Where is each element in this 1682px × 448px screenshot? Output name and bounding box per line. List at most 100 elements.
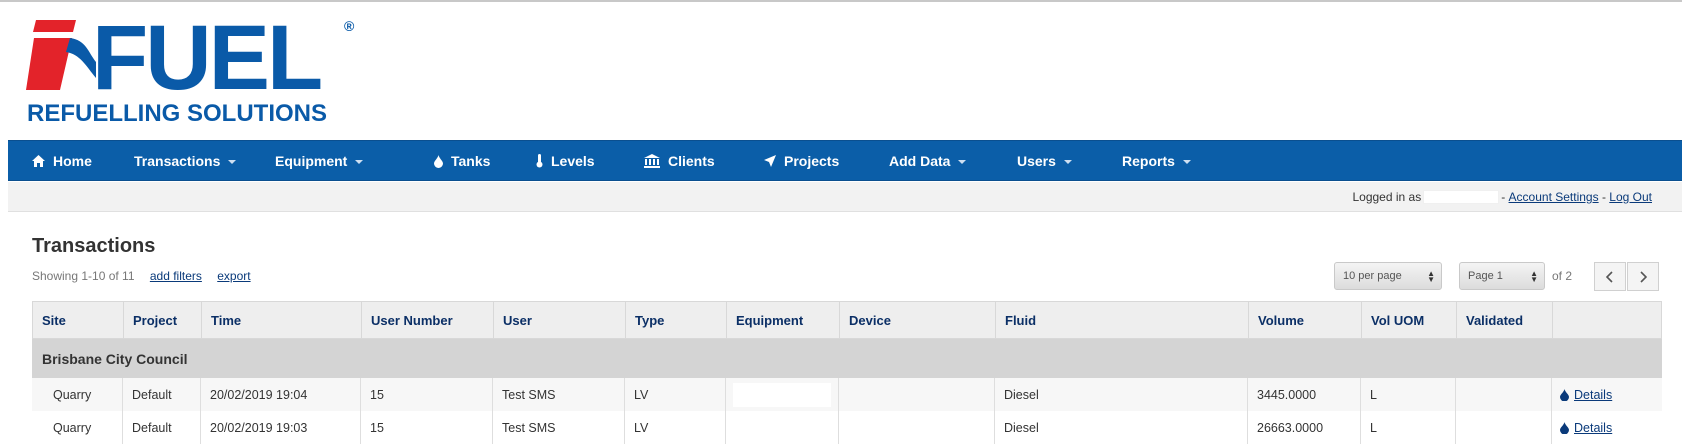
cell-time: 20/02/2019 19:03 — [201, 411, 361, 444]
cell-volume: 3445.0000 — [1248, 378, 1361, 411]
nav-home[interactable]: Home — [32, 141, 92, 181]
cell-equipment — [726, 411, 839, 444]
details-label: Details — [1574, 420, 1613, 435]
column-header-site[interactable]: Site — [33, 302, 124, 338]
nav-transactions-label: Transactions — [134, 153, 221, 169]
group-row-client: Brisbane City Council — [32, 339, 1662, 378]
nav-add-data[interactable]: Add Data — [889, 141, 967, 181]
login-strip: Logged in as - Account Settings - Log Ou… — [8, 182, 1682, 212]
login-separator: - — [1601, 190, 1606, 204]
caret-down-icon — [1182, 160, 1191, 164]
equipment-redacted — [733, 382, 831, 407]
column-header-volume[interactable]: Volume — [1249, 302, 1362, 338]
nav-levels-label: Levels — [551, 153, 595, 169]
thermometer-icon — [536, 154, 543, 168]
table-header: Site Project Time User Number User Type … — [32, 301, 1662, 339]
logged-in-label: Logged in as — [1352, 190, 1422, 204]
column-header-vol-uom[interactable]: Vol UOM — [1362, 302, 1457, 338]
registered-mark: ® — [344, 18, 355, 34]
nav-tanks[interactable]: Tanks — [434, 141, 490, 181]
nav-clients-label: Clients — [668, 153, 715, 169]
column-header-user[interactable]: User — [494, 302, 626, 338]
export-link[interactable]: export — [217, 269, 250, 283]
cell-fluid: Diesel — [995, 411, 1248, 444]
drop-icon — [1560, 421, 1569, 434]
cell-time: 20/02/2019 19:04 — [201, 378, 361, 411]
login-info: Logged in as - Account Settings - Log Ou… — [1352, 190, 1652, 204]
nav-users-label: Users — [1017, 153, 1056, 169]
cell-user: Test SMS — [493, 411, 625, 444]
cell-fluid: Diesel — [995, 378, 1248, 411]
cell-user: Test SMS — [493, 378, 625, 411]
column-header-equipment[interactable]: Equipment — [727, 302, 840, 338]
nav-transactions[interactable]: Transactions — [134, 141, 237, 181]
cell-vol-uom: L — [1361, 378, 1456, 411]
per-page-select[interactable]: 10 per page ▲ ▼ — [1334, 262, 1442, 290]
column-header-project[interactable]: Project — [124, 302, 202, 338]
logo-mark-icon — [26, 20, 96, 90]
cell-actions: Details — [1552, 411, 1662, 444]
page-select[interactable]: Page 1 ▲ ▼ — [1459, 262, 1545, 290]
column-header-type[interactable]: Type — [626, 302, 727, 338]
location-arrow-icon — [764, 155, 776, 167]
nav-add-data-label: Add Data — [889, 153, 951, 169]
cell-project: Default — [123, 411, 201, 444]
cell-validated — [1456, 411, 1552, 444]
nav-projects-label: Projects — [784, 153, 840, 169]
cell-type: LV — [625, 411, 726, 444]
nav-clients[interactable]: Clients — [644, 141, 715, 181]
cell-type: LV — [625, 378, 726, 411]
page-count: of 2 — [1552, 269, 1573, 283]
column-header-time[interactable]: Time — [202, 302, 362, 338]
cell-validated — [1456, 378, 1552, 411]
group-label: Brisbane City Council — [42, 350, 188, 367]
nav-reports[interactable]: Reports — [1122, 141, 1191, 181]
details-label: Details — [1574, 387, 1613, 402]
nav-levels[interactable]: Levels — [536, 141, 595, 181]
top-border — [0, 0, 1682, 2]
cell-user-number: 15 — [361, 411, 493, 444]
cell-site: Quarry — [32, 411, 123, 444]
table-row[interactable]: Quarry Default 20/02/2019 19:03 15 Test … — [32, 411, 1662, 444]
logo-wordmark: FUEL — [92, 7, 323, 109]
column-header-actions — [1553, 302, 1661, 338]
nav-equipment[interactable]: Equipment — [275, 141, 364, 181]
fuel-logo[interactable]: FUEL ® REFUELLING SOLUTIONS — [26, 7, 366, 128]
main-navbar: Home Transactions Equipment Tanks Levels… — [8, 140, 1682, 181]
next-page-button[interactable] — [1627, 262, 1659, 291]
results-summary: Showing 1-10 of 11 add filters export — [32, 269, 251, 283]
logo-tagline: REFUELLING SOLUTIONS — [27, 100, 327, 127]
table-row[interactable]: Quarry Default 20/02/2019 19:04 15 Test … — [32, 378, 1662, 411]
bank-icon — [644, 154, 660, 168]
column-header-fluid[interactable]: Fluid — [996, 302, 1249, 338]
drop-icon — [1560, 388, 1569, 401]
showing-count: Showing 1-10 of 11 — [32, 269, 135, 283]
add-filters-link[interactable]: add filters — [150, 269, 202, 283]
details-link[interactable]: Details — [1560, 421, 1612, 435]
cell-site: Quarry — [32, 378, 123, 411]
prev-page-button[interactable] — [1594, 262, 1626, 291]
nav-reports-label: Reports — [1122, 153, 1175, 169]
per-page-value: 10 per page — [1343, 270, 1402, 282]
caret-down-icon — [958, 160, 967, 164]
chevron-right-icon — [1640, 270, 1647, 283]
cell-user-number: 15 — [361, 378, 493, 411]
column-header-user-number[interactable]: User Number — [362, 302, 494, 338]
drop-icon — [434, 154, 443, 168]
cell-actions: Details — [1552, 378, 1662, 411]
nav-home-label: Home — [53, 153, 92, 169]
username-redacted — [1423, 190, 1500, 204]
column-header-device[interactable]: Device — [840, 302, 996, 338]
column-header-validated[interactable]: Validated — [1457, 302, 1553, 338]
nav-projects[interactable]: Projects — [764, 141, 839, 181]
cell-equipment — [726, 378, 839, 411]
cell-project: Default — [123, 378, 201, 411]
account-settings-link[interactable]: Account Settings — [1509, 190, 1599, 204]
page-select-value: Page 1 — [1468, 270, 1503, 282]
cell-device — [839, 378, 995, 411]
logout-link[interactable]: Log Out — [1609, 190, 1652, 204]
nav-users[interactable]: Users — [1017, 141, 1072, 181]
caret-down-icon — [228, 160, 237, 164]
details-link[interactable]: Details — [1560, 388, 1612, 402]
caret-down-icon — [355, 160, 364, 164]
